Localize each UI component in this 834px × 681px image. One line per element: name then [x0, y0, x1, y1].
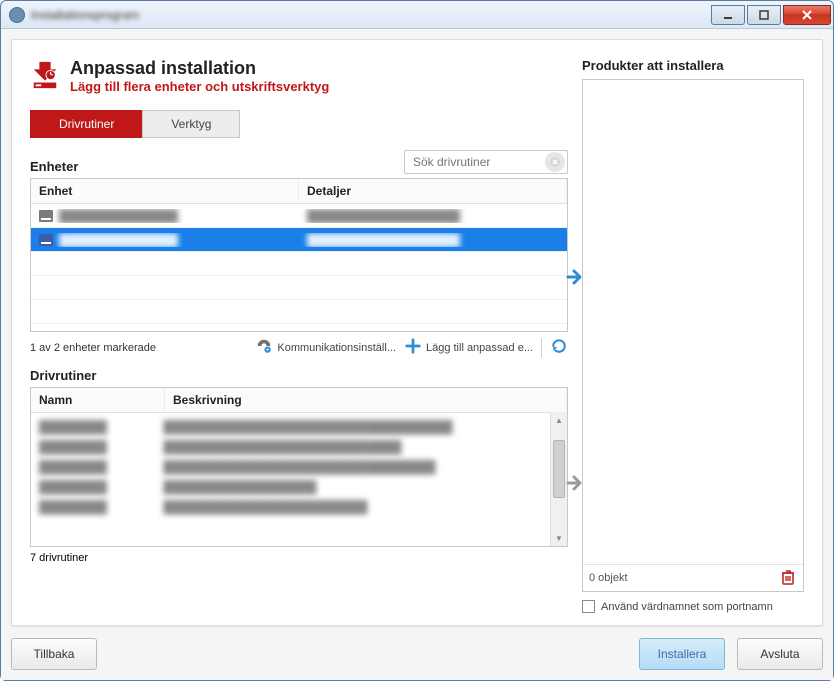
driver-row[interactable]: ████████████████████████████████████████	[31, 457, 567, 477]
page-title: Anpassad installation	[70, 58, 329, 79]
scroll-up-icon[interactable]: ▲	[551, 412, 567, 428]
products-count: 0 objekt	[589, 572, 628, 584]
col-header-namn[interactable]: Namn	[31, 388, 165, 412]
add-device-arrow-button[interactable]	[564, 266, 586, 288]
device-row-empty	[31, 276, 567, 300]
minimize-button[interactable]	[711, 5, 745, 25]
install-button[interactable]: Installera	[639, 638, 725, 670]
device-row-empty	[31, 252, 567, 276]
products-title: Produkter att installera	[582, 58, 804, 73]
search-input[interactable]	[405, 155, 545, 169]
add-driver-arrow-button[interactable]	[564, 472, 586, 494]
trash-icon	[781, 569, 795, 588]
search-box[interactable]	[404, 150, 568, 174]
tab-tools[interactable]: Verktyg	[142, 110, 240, 138]
driver-row[interactable]: ████████████████████████████████████████…	[31, 417, 567, 437]
drivers-table: Namn Beskrivning ███████████████████████…	[30, 387, 568, 547]
col-header-beskrivning[interactable]: Beskrivning	[165, 388, 567, 412]
use-hostname-checkbox[interactable]: Använd värdnamnet som portnamn	[582, 600, 804, 613]
devices-label: Enheter	[30, 159, 78, 174]
driver-row[interactable]: ████████████████████████████████████	[31, 437, 567, 457]
back-button[interactable]: Tillbaka	[11, 638, 97, 670]
drivers-status: 7 drivrutiner	[30, 552, 568, 564]
plus-icon	[404, 337, 422, 358]
tab-drivers[interactable]: Drivrutiner	[30, 110, 143, 138]
drivers-label: Drivrutiner	[30, 368, 96, 383]
checkbox-box[interactable]	[582, 600, 595, 613]
driver-row[interactable]: ██████████████████████████	[31, 477, 567, 497]
app-icon	[9, 7, 25, 23]
exit-button[interactable]: Avsluta	[737, 638, 823, 670]
window-title: Installationsprogram	[31, 8, 139, 22]
device-row[interactable]: ██████████████ ██████████████████	[31, 204, 567, 228]
page-subtitle: Lägg till flera enheter och utskriftsver…	[70, 79, 329, 94]
products-list: 0 objekt	[582, 79, 804, 592]
add-custom-device-button[interactable]: Lägg till anpassad e...	[404, 337, 533, 358]
tabs: Drivrutiner Verktyg	[30, 110, 568, 138]
signal-gear-icon	[255, 337, 273, 358]
device-row-empty	[31, 300, 567, 324]
col-header-enhet[interactable]: Enhet	[31, 179, 299, 203]
col-header-detaljer[interactable]: Detaljer	[299, 179, 567, 203]
app-window: Installationsprogram	[0, 0, 834, 681]
scroll-down-icon[interactable]: ▼	[551, 530, 567, 546]
comm-settings-button[interactable]: Kommunikationsinställ...	[255, 337, 396, 358]
devices-status: 1 av 2 enheter markerade	[30, 342, 156, 354]
device-row[interactable]: ██████████████ ██████████████████	[31, 228, 567, 252]
download-install-icon	[30, 60, 60, 90]
printer-icon	[39, 210, 53, 222]
delete-button[interactable]	[779, 569, 797, 587]
content-card: Anpassad installation Lägg till flera en…	[11, 39, 823, 626]
devices-table: Enhet Detaljer ██████████████ ██████████…	[30, 178, 568, 332]
refresh-button[interactable]	[550, 337, 568, 358]
clear-search-icon[interactable]	[545, 152, 565, 172]
refresh-icon	[550, 337, 568, 358]
close-button[interactable]	[783, 5, 831, 25]
divider	[541, 338, 542, 358]
driver-row[interactable]: ████████████████████████████████	[31, 497, 567, 517]
titlebar: Installationsprogram	[1, 1, 833, 29]
maximize-button[interactable]	[747, 5, 781, 25]
printer-icon	[39, 234, 53, 246]
